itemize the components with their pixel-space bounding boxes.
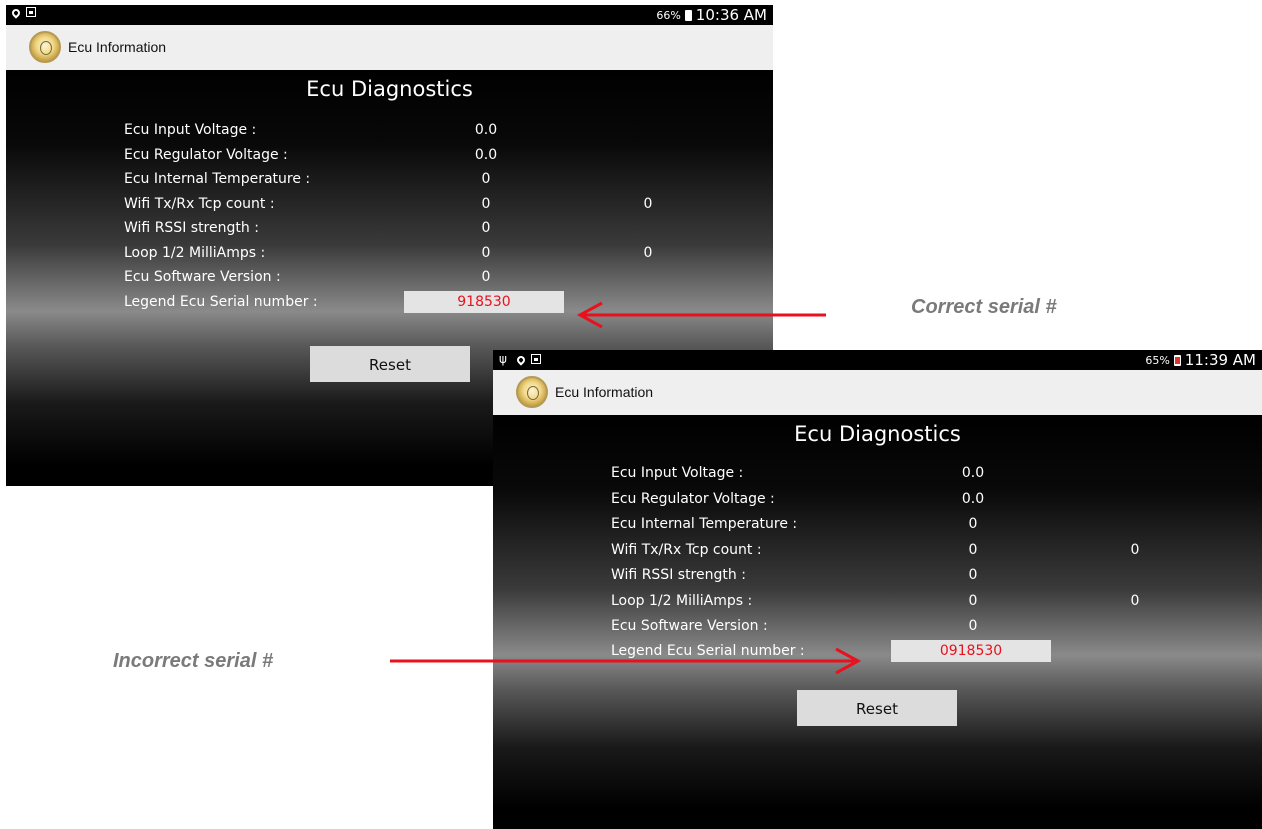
arrow-correct	[576, 301, 826, 329]
annotation-arrows	[390, 301, 862, 675]
arrow-incorrect	[390, 647, 862, 675]
